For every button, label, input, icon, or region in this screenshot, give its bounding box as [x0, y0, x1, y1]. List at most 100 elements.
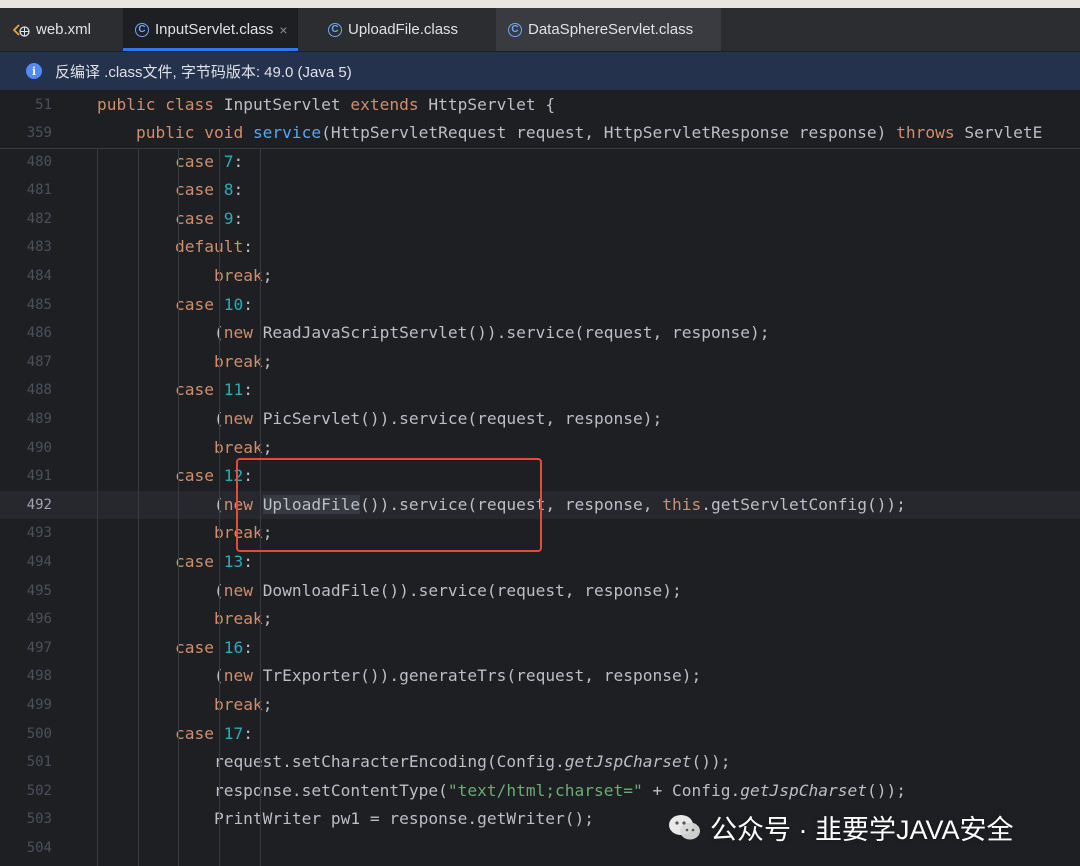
code-text: (new ReadJavaScriptServlet()).service(re…: [97, 319, 770, 348]
xml-file-icon: [12, 22, 30, 38]
code-line[interactable]: 499 break;: [0, 691, 1080, 720]
code-line[interactable]: 359 public void service(HttpServletReque…: [0, 119, 1080, 148]
code-text: (new TrExporter()).generateTrs(request, …: [97, 662, 701, 691]
close-icon[interactable]: ×: [279, 22, 287, 38]
token-kw: public class: [97, 94, 224, 114]
code-line[interactable]: 487 break;: [0, 348, 1080, 377]
token: :: [243, 294, 253, 314]
code-text: public class InputServlet extends HttpSe…: [97, 91, 555, 120]
token-kw: break: [213, 265, 263, 285]
tab-web-xml[interactable]: web.xml: [12, 8, 91, 51]
code-text: case 17:: [97, 720, 253, 749]
token-num: 9: [223, 208, 234, 228]
code-text: default:: [97, 233, 253, 262]
code-line[interactable]: 500 case 17:: [0, 720, 1080, 749]
token-kw: new: [223, 666, 263, 686]
token: ;: [262, 265, 273, 285]
token: ());: [866, 780, 906, 800]
code-line[interactable]: 489 (new PicServlet()).service(request, …: [0, 405, 1080, 434]
info-icon: i: [26, 63, 42, 79]
code-line[interactable]: 488 case 11:: [0, 376, 1080, 405]
code-text: (new PicServlet()).service(request, resp…: [97, 405, 662, 434]
code-line[interactable]: 498 (new TrExporter()).generateTrs(reque…: [0, 662, 1080, 691]
token-fn: service: [252, 123, 322, 143]
token: HttpServlet {: [428, 94, 556, 114]
code-line[interactable]: 496 break;: [0, 605, 1080, 634]
ide-window: web.xml C InputServlet.class × C UploadF…: [0, 0, 1080, 866]
tab-data-sphere-servlet-class[interactable]: C DataSphereServlet.class: [496, 8, 722, 51]
token-num: 16: [223, 637, 244, 657]
token-kw: break: [213, 437, 263, 457]
code-text: case 10:: [97, 291, 253, 320]
token-kw: new: [223, 408, 263, 428]
code-text: case 9:: [97, 205, 243, 234]
token: ServletE: [964, 123, 1043, 143]
tab-input-servlet-class[interactable]: C InputServlet.class ×: [123, 8, 298, 51]
wechat-icon: [669, 814, 700, 839]
line-number: 493: [26, 525, 52, 542]
line-number: 495: [26, 582, 52, 599]
token: PicServlet()).service(request, response)…: [262, 408, 663, 428]
token: (: [97, 666, 224, 686]
token-kw: case: [174, 380, 224, 400]
code-text: case 16:: [97, 634, 253, 663]
token-num: 8: [223, 180, 234, 200]
tab-label: InputServlet.class: [155, 21, 274, 38]
token-num: 13: [223, 551, 244, 571]
token-kw: case: [174, 151, 224, 171]
code-line[interactable]: 485 case 10:: [0, 291, 1080, 320]
token-it: getJspCharset: [564, 752, 692, 772]
token-kw: default: [174, 237, 244, 257]
code-line[interactable]: 482 case 9:: [0, 205, 1080, 234]
token-num: 11: [223, 380, 244, 400]
line-number: 359: [26, 125, 52, 142]
code-line[interactable]: 484 break;: [0, 262, 1080, 291]
token-kw: break: [213, 609, 263, 629]
tab-upload-file-class[interactable]: C UploadFile.class: [328, 8, 458, 51]
code-text: public void service(HttpServletRequest r…: [97, 119, 1042, 148]
token-kw: case: [174, 294, 224, 314]
top-strip: [0, 0, 1080, 8]
code-line[interactable]: 481 case 8:: [0, 176, 1080, 205]
code-editor[interactable]: 51 public class InputServlet extends Http…: [0, 90, 1080, 866]
code-line[interactable]: 51 public class InputServlet extends Http…: [0, 91, 1080, 120]
code-line[interactable]: 497 case 16:: [0, 634, 1080, 663]
token: ());: [691, 752, 731, 772]
token-kw: case: [174, 180, 224, 200]
token-num: 7: [223, 151, 234, 171]
code-text: case 11:: [97, 376, 253, 405]
token-kw: case: [174, 466, 224, 486]
code-line[interactable]: 480 case 7:: [0, 148, 1080, 177]
token: :: [243, 380, 253, 400]
code-line[interactable]: 486 (new ReadJavaScriptServlet()).servic…: [0, 319, 1080, 348]
token-kw: case: [174, 723, 224, 743]
code-text: break;: [97, 348, 272, 377]
token: ;: [262, 694, 273, 714]
token-num: 17: [223, 723, 244, 743]
code-line[interactable]: 483 default:: [0, 233, 1080, 262]
token: :: [243, 723, 253, 743]
token-kw: this: [662, 494, 702, 514]
token: + Config.: [642, 780, 741, 800]
code-text: (new DownloadFile()).service(request, re…: [97, 577, 682, 606]
code-text: request.setCharacterEncoding(Config.getJ…: [97, 748, 731, 777]
code-line[interactable]: 502 response.setContentType("text/html;c…: [0, 777, 1080, 806]
code-line[interactable]: 494 case 13:: [0, 548, 1080, 577]
code-line[interactable]: 495 (new DownloadFile()).service(request…: [0, 577, 1080, 606]
token-kw: break: [213, 351, 263, 371]
token: ReadJavaScriptServlet()).service(request…: [262, 323, 770, 343]
indent-guide: [97, 148, 98, 866]
sticky-scroll-header: 51 public class InputServlet extends Http…: [0, 90, 1080, 149]
code-line[interactable]: 501 request.setCharacterEncoding(Config.…: [0, 748, 1080, 777]
token: (HttpServletRequest request, HttpServlet…: [321, 123, 897, 143]
token-kw: break: [213, 694, 263, 714]
token: response.setContentType(: [97, 780, 448, 800]
